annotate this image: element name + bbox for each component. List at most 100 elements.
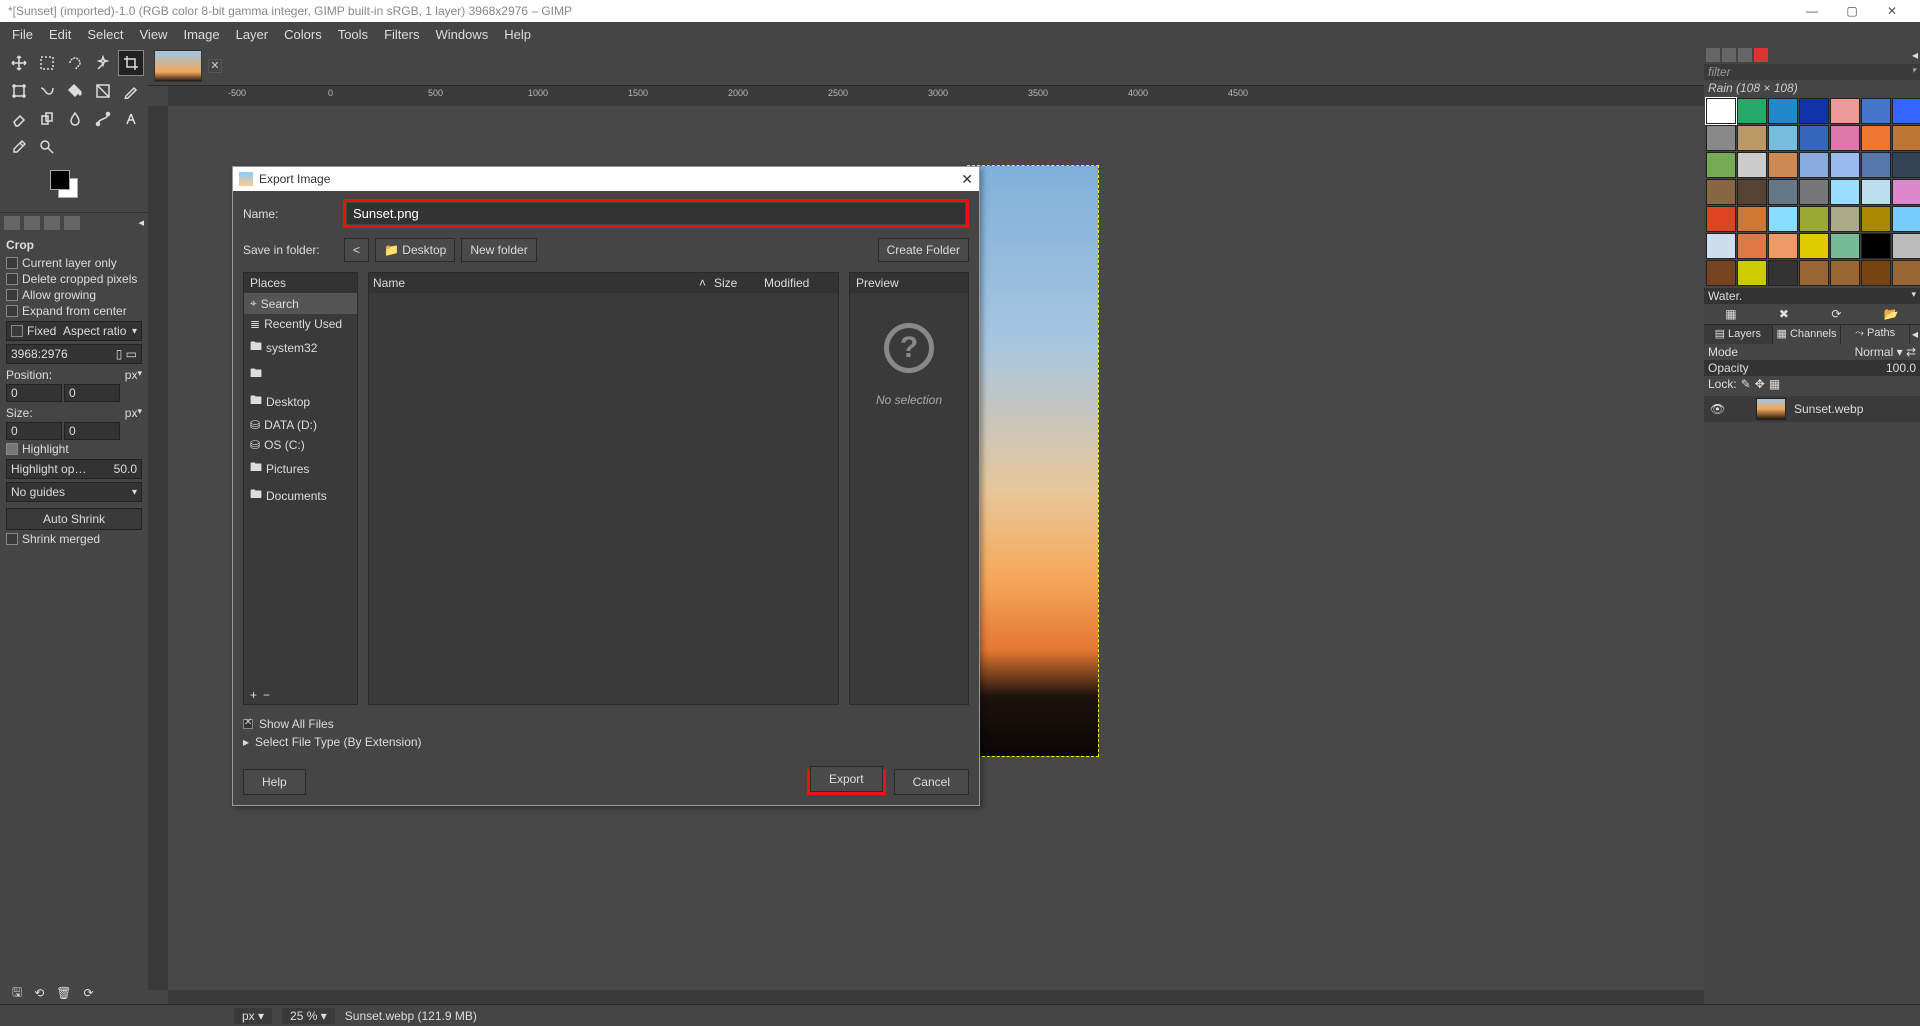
pattern-swatch[interactable] <box>1830 125 1860 151</box>
pattern-swatch[interactable] <box>1799 152 1829 178</box>
tool-clone[interactable] <box>34 106 60 132</box>
tool-zoom[interactable] <box>34 134 60 160</box>
tab-brushes-icon[interactable] <box>1706 48 1720 62</box>
name-input[interactable] <box>347 203 965 224</box>
pattern-delete-icon[interactable]: ✖ <box>1779 307 1789 321</box>
path-segment-new-folder[interactable]: New folder <box>461 238 536 262</box>
highlight-opacity-slider[interactable]: Highlight op…50.0 <box>6 459 142 479</box>
tab-paths[interactable]: ⤳ Paths <box>1841 325 1910 344</box>
pattern-swatch[interactable] <box>1737 179 1767 205</box>
cancel-button[interactable]: Cancel <box>894 769 969 795</box>
tab-patterns-icon[interactable] <box>1722 48 1736 62</box>
tab-history-icon[interactable] <box>1754 48 1768 62</box>
pattern-swatch[interactable] <box>1737 98 1767 124</box>
lock-position-icon[interactable]: ✥ <box>1755 377 1765 391</box>
pattern-swatch[interactable] <box>1737 260 1767 286</box>
pattern-swatch[interactable] <box>1768 125 1798 151</box>
menu-layer[interactable]: Layer <box>228 25 277 44</box>
menu-windows[interactable]: Windows <box>427 25 496 44</box>
menu-file[interactable]: File <box>4 25 41 44</box>
chk-expand-center[interactable] <box>6 305 18 317</box>
tool-move[interactable] <box>6 50 32 76</box>
tab-fonts-icon[interactable] <box>1738 48 1752 62</box>
color-swatches[interactable] <box>50 170 148 206</box>
place-blank[interactable]: 🖿 <box>244 361 357 388</box>
col-modified[interactable]: Modified <box>764 276 834 290</box>
pattern-swatch[interactable] <box>1799 233 1829 259</box>
opacity-value[interactable]: 100.0 <box>1886 361 1916 375</box>
chk-show-all-files[interactable]: ✕ <box>243 719 253 729</box>
place-desktop[interactable]: 🖿Desktop <box>244 388 357 415</box>
place-recent[interactable]: ≣Recently Used <box>244 314 357 334</box>
pos-y-input[interactable]: 0 <box>64 384 120 402</box>
tool-gradient[interactable] <box>90 78 116 104</box>
pattern-swatch[interactable] <box>1861 98 1891 124</box>
window-minimize-button[interactable]: — <box>1792 4 1832 18</box>
tool-pencil[interactable] <box>118 78 144 104</box>
pattern-swatch[interactable] <box>1892 179 1920 205</box>
pattern-open-icon[interactable]: 📂 <box>1884 307 1899 321</box>
document-tab-close[interactable]: ✕ <box>208 59 222 73</box>
pattern-swatch[interactable] <box>1706 233 1736 259</box>
menu-edit[interactable]: Edit <box>41 25 79 44</box>
layers-dock-menu-icon[interactable]: ◂ <box>1910 325 1920 344</box>
lock-alpha-icon[interactable]: ▦ <box>1769 377 1780 391</box>
tab-undo-history-icon[interactable] <box>44 216 60 230</box>
chk-highlight[interactable] <box>6 443 18 455</box>
window-maximize-button[interactable]: ▢ <box>1832 4 1872 18</box>
pattern-swatch[interactable] <box>1892 260 1920 286</box>
pattern-filter-input[interactable]: filter <box>1708 65 1911 79</box>
position-unit[interactable]: px <box>125 368 138 382</box>
size-unit[interactable]: px <box>125 406 138 420</box>
pattern-swatch[interactable] <box>1737 152 1767 178</box>
restore-options-icon[interactable]: ⟲ <box>34 986 44 1000</box>
col-name[interactable]: Name <box>373 276 699 290</box>
ratio-input[interactable]: 3968:2976 ▯ ▭ <box>6 344 142 364</box>
place-system32[interactable]: 🖿system32 <box>244 334 357 361</box>
place-documents[interactable]: 🖿Documents <box>244 482 357 509</box>
pattern-swatch[interactable] <box>1830 179 1860 205</box>
help-button[interactable]: Help <box>243 769 306 795</box>
tool-rect-select[interactable] <box>34 50 60 76</box>
layer-visibility-icon[interactable]: 👁 <box>1710 402 1724 416</box>
delete-options-icon[interactable]: 🗑 <box>56 986 71 1000</box>
menu-colors[interactable]: Colors <box>276 25 330 44</box>
pattern-swatch[interactable] <box>1830 233 1860 259</box>
scrollbar-horizontal[interactable] <box>168 990 1704 1004</box>
tab-images-icon[interactable] <box>64 216 80 230</box>
create-folder-button[interactable]: Create Folder <box>878 238 969 262</box>
place-search[interactable]: ⌖Search <box>244 293 357 314</box>
pattern-swatch[interactable] <box>1706 206 1736 232</box>
save-options-icon[interactable]: 🖫 <box>12 983 22 1004</box>
pattern-swatch[interactable] <box>1799 179 1829 205</box>
pattern-swatch[interactable] <box>1861 206 1891 232</box>
chk-shrink-merged[interactable] <box>6 533 18 545</box>
pattern-swatch[interactable] <box>1706 179 1736 205</box>
pattern-swatch[interactable] <box>1892 206 1920 232</box>
file-list-body[interactable] <box>369 293 838 704</box>
window-close-button[interactable]: ✕ <box>1872 4 1912 18</box>
fg-color-swatch[interactable] <box>50 170 70 190</box>
tool-crop[interactable] <box>118 50 144 76</box>
tool-smudge[interactable] <box>62 106 88 132</box>
chk-allow-growing[interactable] <box>6 289 18 301</box>
place-add-button[interactable]: + <box>250 688 257 702</box>
pattern-swatch[interactable] <box>1861 152 1891 178</box>
pattern-swatch[interactable] <box>1706 260 1736 286</box>
dock-menu-right-icon[interactable]: ◂ <box>1912 48 1918 62</box>
menu-view[interactable]: View <box>132 25 176 44</box>
fixed-aspect-dropdown[interactable]: Fixed Aspect ratio ▾ <box>6 321 142 341</box>
menu-tools[interactable]: Tools <box>330 25 376 44</box>
pattern-swatch[interactable] <box>1706 152 1736 178</box>
place-pictures[interactable]: 🖿Pictures <box>244 455 357 482</box>
document-tab-sunset[interactable] <box>154 50 202 82</box>
menu-image[interactable]: Image <box>175 25 227 44</box>
tab-layers[interactable]: ▤ Layers <box>1704 325 1773 344</box>
chk-delete-cropped[interactable] <box>6 273 18 285</box>
dock-menu-icon[interactable]: ◂ <box>138 216 144 229</box>
tool-path[interactable] <box>90 106 116 132</box>
auto-shrink-button[interactable]: Auto Shrink <box>6 508 142 530</box>
lock-pixels-icon[interactable]: ✎ <box>1741 377 1751 391</box>
tool-fuzzy-select[interactable] <box>90 50 116 76</box>
pattern-swatch[interactable] <box>1737 125 1767 151</box>
